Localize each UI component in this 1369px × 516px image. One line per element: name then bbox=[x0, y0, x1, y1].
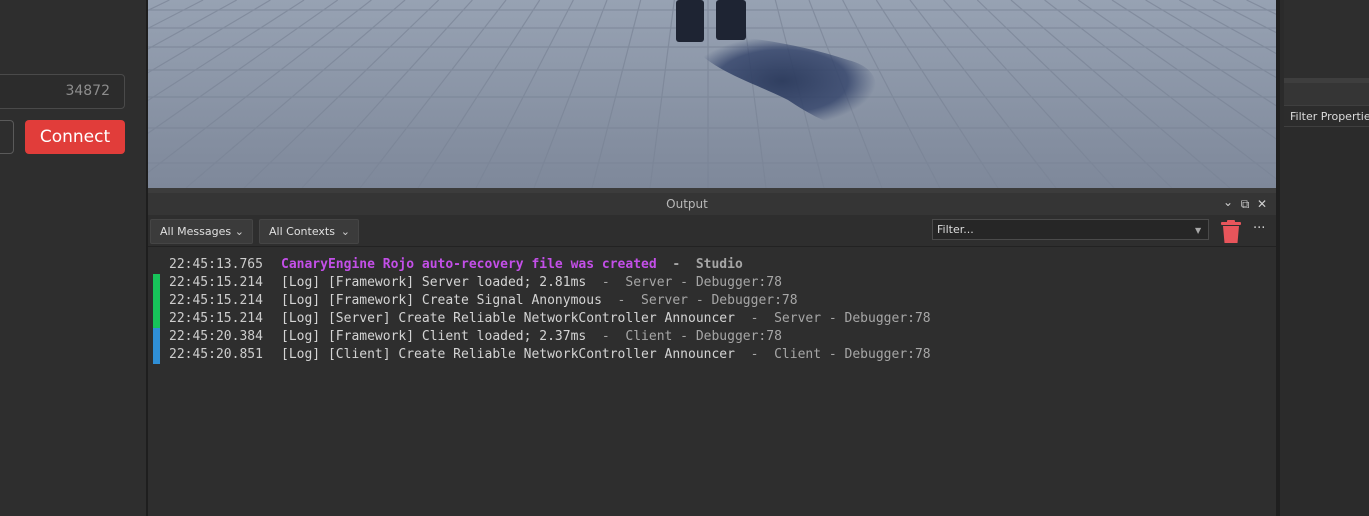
log-source: - Server - Debugger:78 bbox=[734, 311, 931, 326]
contexts-filter-dropdown[interactable]: All Contexts ⌄ bbox=[259, 219, 359, 244]
baseplate-scene bbox=[148, 0, 1276, 188]
log-timestamp: 22:45:15.214 bbox=[169, 275, 263, 290]
chevron-down-icon: ⌄ bbox=[340, 225, 350, 238]
clear-output-button[interactable] bbox=[1219, 219, 1243, 245]
log-message: CanaryEngine Rojo auto-recovery file was… bbox=[281, 257, 743, 272]
log-timestamp: 22:45:15.214 bbox=[169, 311, 263, 326]
connect-button[interactable]: Connect bbox=[25, 120, 125, 154]
filter-properties-input[interactable]: Filter Properties bbox=[1284, 105, 1369, 127]
character-leg-left bbox=[676, 0, 704, 42]
client-context-bar bbox=[153, 346, 160, 364]
log-source: - Server - Debugger:78 bbox=[601, 293, 798, 308]
server-context-bar bbox=[153, 310, 160, 328]
output-log: 22:45:13.765 CanaryEngine Rojo auto-recov… bbox=[148, 248, 1276, 516]
output-titlebar: Output ⌄ ⧉ ✕ bbox=[148, 193, 1276, 215]
settings-button[interactable] bbox=[0, 120, 14, 154]
log-message: [Log] [Framework] Create Signal Anonymou… bbox=[281, 293, 798, 308]
log-entry[interactable]: 22:45:15.214 [Log] [Framework] Create Sig… bbox=[148, 292, 1276, 310]
log-timestamp: 22:45:15.214 bbox=[169, 293, 263, 308]
log-entry[interactable]: 22:45:20.384 [Log] [Framework] Client loa… bbox=[148, 328, 1276, 346]
log-source: - Client - Debugger:78 bbox=[734, 347, 931, 362]
output-panel: Output ⌄ ⧉ ✕ All Messages ⌄ All Contexts… bbox=[148, 193, 1276, 516]
log-timestamp: 22:45:13.765 bbox=[169, 257, 263, 272]
client-context-bar bbox=[153, 328, 160, 346]
log-message: [Log] [Framework] Server loaded; 2.81ms … bbox=[281, 275, 782, 290]
character-leg-right bbox=[716, 0, 746, 40]
close-icon[interactable]: ✕ bbox=[1254, 196, 1270, 212]
log-timestamp: 22:45:20.384 bbox=[169, 329, 263, 344]
log-entry[interactable]: 22:45:13.765 CanaryEngine Rojo auto-recov… bbox=[148, 256, 1276, 274]
properties-panel: Filter Properties bbox=[1276, 0, 1369, 516]
float-window-icon[interactable]: ⧉ bbox=[1237, 196, 1253, 212]
caret-down-icon[interactable]: ▼ bbox=[1195, 226, 1201, 235]
more-options-icon[interactable]: ··· bbox=[1253, 221, 1265, 236]
log-source: - Studio bbox=[656, 257, 743, 272]
game-viewport[interactable] bbox=[148, 0, 1276, 188]
log-message: [Log] [Client] Create Reliable NetworkCo… bbox=[281, 347, 931, 362]
chevron-down-icon[interactable]: ⌄ bbox=[1220, 194, 1236, 210]
output-toolbar: All Messages ⌄ All Contexts ⌄ Filter... … bbox=[148, 215, 1276, 247]
output-title: Output bbox=[666, 197, 708, 211]
log-entry[interactable]: 22:45:15.214 [Log] [Server] Create Reliab… bbox=[148, 310, 1276, 328]
messages-filter-dropdown[interactable]: All Messages ⌄ bbox=[150, 219, 253, 244]
chevron-down-icon: ⌄ bbox=[234, 225, 244, 238]
trash-icon bbox=[1221, 220, 1241, 243]
filter-input[interactable]: Filter... bbox=[932, 219, 1209, 240]
server-context-bar bbox=[153, 292, 160, 310]
log-entry[interactable]: 22:45:20.851 [Log] [Client] Create Reliab… bbox=[148, 346, 1276, 364]
log-message: [Log] [Framework] Client loaded; 2.37ms … bbox=[281, 329, 782, 344]
rojo-panel: 34872 Connect bbox=[0, 0, 146, 516]
log-source: - Client - Debugger:78 bbox=[586, 329, 782, 344]
log-message: [Log] [Server] Create Reliable NetworkCo… bbox=[281, 311, 931, 326]
log-timestamp: 22:45:20.851 bbox=[169, 347, 263, 362]
log-entry[interactable]: 22:45:15.214 [Log] [Framework] Server loa… bbox=[148, 274, 1276, 292]
server-context-bar bbox=[153, 274, 160, 292]
port-input[interactable]: 34872 bbox=[0, 74, 125, 109]
log-source: - Server - Debugger:78 bbox=[586, 275, 782, 290]
